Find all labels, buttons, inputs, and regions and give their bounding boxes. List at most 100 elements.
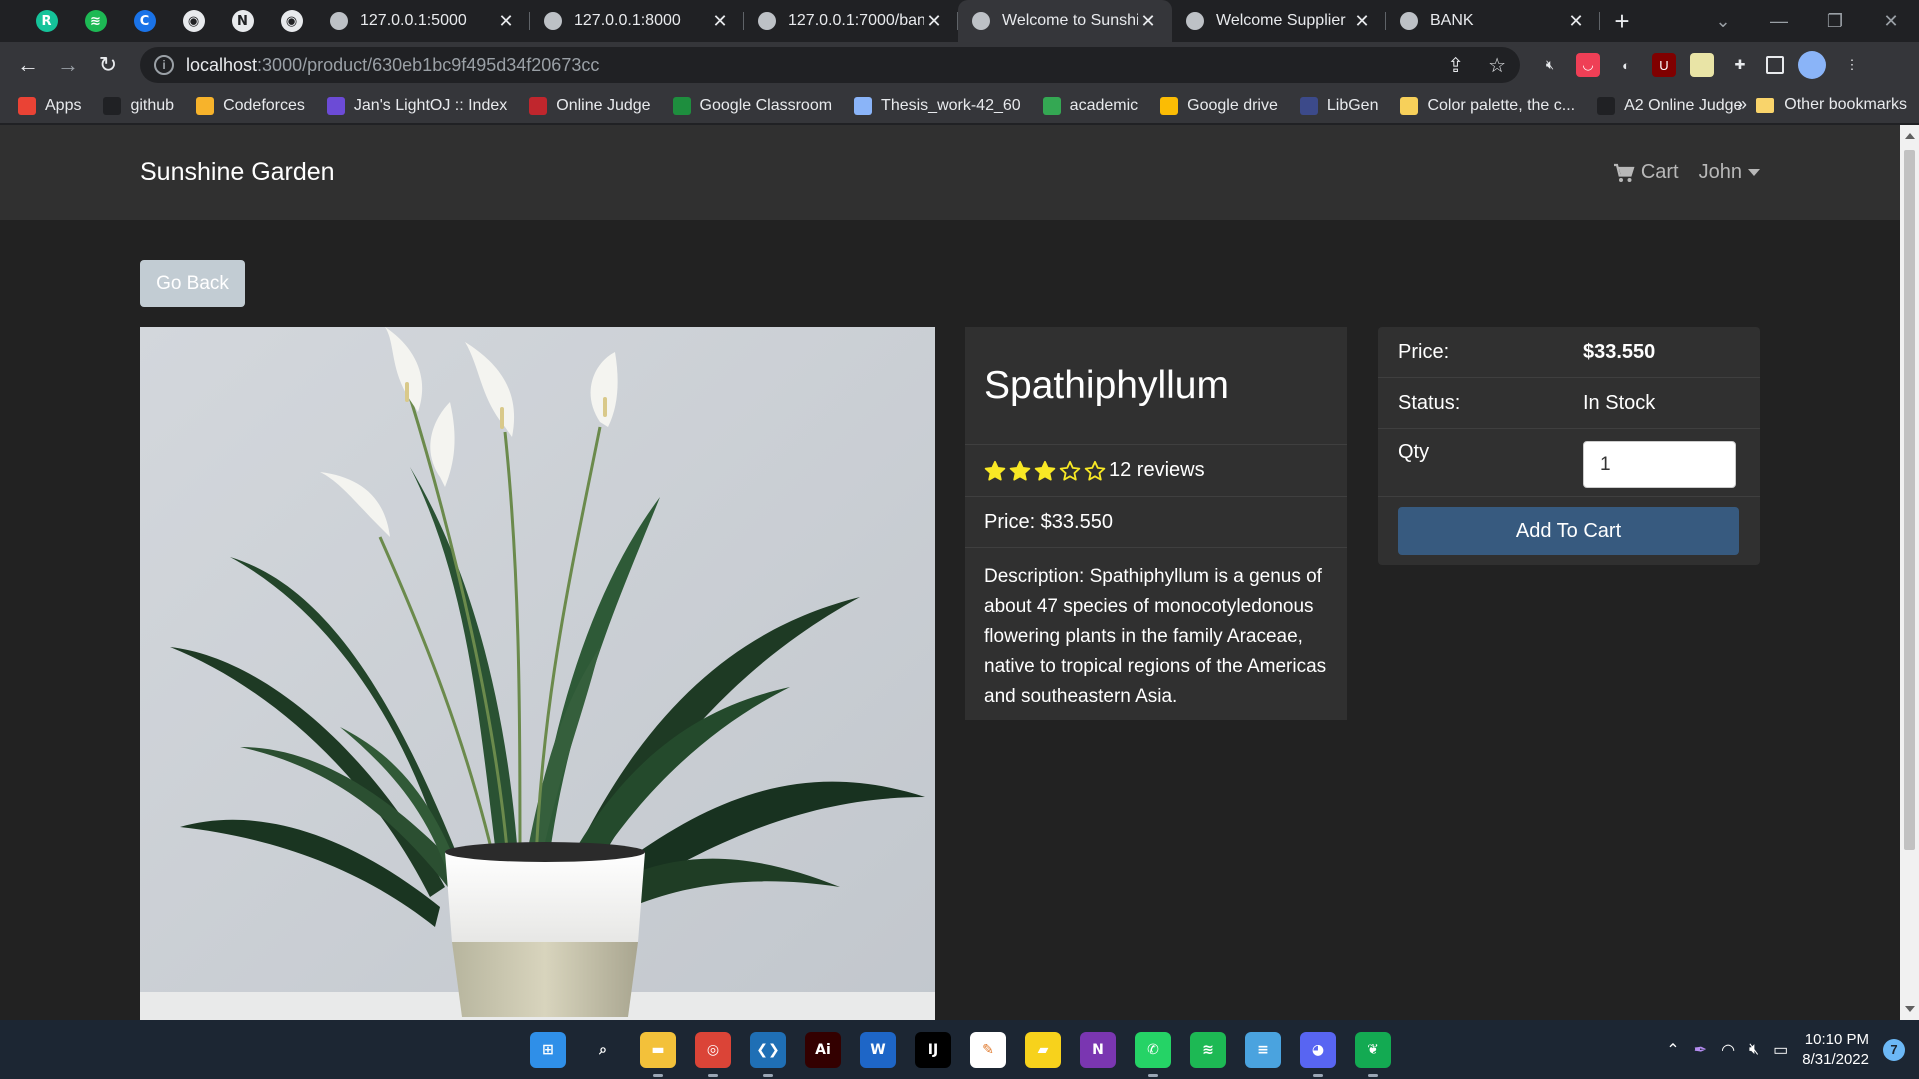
bookmark-item[interactable]: Jan's LightOJ :: Index xyxy=(326,96,507,115)
close-window-button[interactable]: ✕ xyxy=(1863,11,1919,32)
address-bar[interactable]: i localhost:3000/product/630eb1bc9f495d3… xyxy=(140,47,1520,83)
ublock-icon[interactable]: U xyxy=(1652,53,1676,77)
profile-avatar[interactable] xyxy=(1798,51,1826,79)
volume-muted-icon[interactable]: 🔇︎ xyxy=(1749,1041,1759,1059)
reload-icon[interactable]: ↻ xyxy=(88,45,128,85)
notes-extension-icon[interactable] xyxy=(1690,53,1714,77)
scroll-thumb[interactable] xyxy=(1904,150,1915,850)
browser-tab[interactable]: 127.0.0.1:7000/bank ✕ xyxy=(744,0,958,42)
mute-tab-icon[interactable]: 🔇︎ xyxy=(1538,53,1562,77)
file-explorer-icon[interactable]: ▬ xyxy=(640,1031,676,1077)
restore-button[interactable]: ❐ xyxy=(1807,11,1863,32)
pinned-tab[interactable]: R xyxy=(22,0,71,42)
codeforces-c-icon: C xyxy=(133,10,156,32)
go-back-button[interactable]: Go Back xyxy=(140,260,245,307)
grammarly-icon: R xyxy=(35,10,58,32)
bookmark-item[interactable]: Google drive xyxy=(1160,96,1278,115)
browser-tab[interactable]: Welcome Supplier ✕ xyxy=(1172,0,1386,42)
extensions-puzzle-icon[interactable]: ✚ xyxy=(1728,53,1752,77)
side-panel-icon[interactable] xyxy=(1766,56,1784,74)
uva-icon xyxy=(529,96,548,115)
paint-icon[interactable]: ✎ xyxy=(970,1031,1006,1068)
clock[interactable]: 10:10 PM 8/31/2022 xyxy=(1802,1030,1869,1070)
word-like-icon[interactable]: W xyxy=(860,1031,896,1068)
bookmark-item[interactable]: github xyxy=(103,96,175,115)
forward-icon[interactable]: → xyxy=(48,45,88,85)
a2-icon xyxy=(1597,96,1616,115)
pinned-tab[interactable]: ◉ xyxy=(169,0,218,42)
browser-tab[interactable]: 127.0.0.1:8000 ✕ xyxy=(530,0,744,42)
window-controls: ⌄ — ❐ ✕ xyxy=(1695,0,1919,42)
bookmark-item[interactable]: Apps xyxy=(18,96,81,115)
pinned-tab[interactable]: ≋ xyxy=(71,0,120,42)
pinned-tab[interactable]: ◉ xyxy=(267,0,316,42)
tab-close-icon[interactable]: ✕ xyxy=(1138,11,1158,32)
menu-kebab-icon[interactable]: ⋮ xyxy=(1840,53,1864,77)
browser-tab[interactable]: Welcome to Sunshir ✕ xyxy=(958,0,1172,42)
pinned-tab[interactable]: C xyxy=(120,0,169,42)
battery-icon[interactable]: ▭ xyxy=(1773,1040,1788,1060)
bookmark-item[interactable]: Codeforces xyxy=(196,96,305,115)
bookmark-label: github xyxy=(130,96,175,114)
product-price: Price: $33.550 xyxy=(965,497,1347,548)
site-brand[interactable]: Sunshine Garden xyxy=(140,158,335,187)
wifi-icon[interactable]: ◠ xyxy=(1721,1040,1735,1060)
scroll-up-icon[interactable] xyxy=(1905,133,1915,139)
scroll-down-icon[interactable] xyxy=(1905,1006,1915,1012)
tray-overflow-chevron-icon[interactable]: ⌃ xyxy=(1666,1040,1679,1060)
intellij-icon[interactable]: IJ xyxy=(915,1031,951,1068)
product-title: Spathiphyllum xyxy=(965,327,1347,445)
tab-close-icon[interactable]: ✕ xyxy=(710,11,730,32)
nav-cart-link[interactable]: Cart xyxy=(1613,161,1679,184)
clock-time: 10:10 PM xyxy=(1804,1030,1869,1048)
bookmark-star-icon[interactable]: ☆ xyxy=(1488,53,1506,78)
tab-close-icon[interactable]: ✕ xyxy=(924,11,944,32)
search-icon[interactable]: ⌕ xyxy=(585,1032,621,1068)
chrome-icon[interactable]: ◎ xyxy=(695,1031,731,1077)
tab-close-icon[interactable]: ✕ xyxy=(1566,11,1586,32)
pocket-icon[interactable]: ◡ xyxy=(1576,53,1600,77)
lightoj-icon xyxy=(326,96,345,115)
notepad-icon[interactable]: ≡ xyxy=(1245,1031,1281,1068)
site-info-icon[interactable]: i xyxy=(154,55,174,75)
more-bookmarks-chevron-icon[interactable]: » xyxy=(1737,94,1747,115)
page-scrollbar[interactable] xyxy=(1900,125,1919,1020)
sticky-notes-icon[interactable]: ▰ xyxy=(1025,1031,1061,1068)
bookmark-item[interactable]: LibGen xyxy=(1299,96,1378,115)
add-to-cart-button[interactable]: Add To Cart xyxy=(1398,507,1739,555)
windows-start-icon[interactable]: ⊞ xyxy=(530,1031,566,1068)
bookmark-item[interactable]: Online Judge xyxy=(529,96,651,115)
other-bookmarks[interactable]: Other bookmarks xyxy=(1756,96,1907,114)
bookmark-item[interactable]: A2 Online Judge xyxy=(1597,96,1743,115)
notification-badge[interactable]: 7 xyxy=(1883,1038,1905,1061)
browser-tab[interactable]: 127.0.0.1:5000 ✕ xyxy=(316,0,530,42)
discord-icon[interactable]: ◕ xyxy=(1300,1031,1336,1077)
whatsapp-icon[interactable]: ✆ xyxy=(1135,1031,1171,1077)
onenote-icon[interactable]: N xyxy=(1080,1031,1116,1068)
bookmark-item[interactable]: academic xyxy=(1042,96,1138,115)
bookmark-item[interactable]: Thesis_work-42_60 xyxy=(854,96,1021,115)
user-dropdown[interactable]: John xyxy=(1699,161,1760,184)
spotify-icon[interactable]: ≋ xyxy=(1190,1031,1226,1068)
tab-close-icon[interactable]: ✕ xyxy=(1352,11,1372,32)
share-icon[interactable]: ⇪ xyxy=(1447,53,1464,78)
ghostery-icon[interactable]: ◐ xyxy=(1614,53,1638,77)
pen-icon[interactable]: ✒ xyxy=(1694,1040,1707,1060)
pinned-tab[interactable]: N xyxy=(218,0,267,42)
bookmarks-bar: Apps github Codeforces Jan's LightOJ :: Ind… xyxy=(0,88,1919,124)
bookmark-item[interactable]: Google Classroom xyxy=(672,96,832,115)
minimize-button[interactable]: — xyxy=(1751,11,1807,32)
mongodb-icon[interactable]: ❦ xyxy=(1355,1031,1391,1077)
browser-tab[interactable]: BANK ✕ xyxy=(1386,0,1600,42)
tab-close-icon[interactable]: ✕ xyxy=(496,11,516,32)
illustrator-icon[interactable]: Ai xyxy=(805,1031,841,1068)
vscode-icon[interactable]: ❮❯ xyxy=(750,1031,786,1077)
qty-select[interactable] xyxy=(1583,441,1736,488)
back-icon[interactable]: ← xyxy=(8,45,48,85)
bookmark-label: A2 Online Judge xyxy=(1624,96,1743,114)
bookmark-item[interactable]: Color palette, the c... xyxy=(1400,96,1575,115)
qty-row: Qty xyxy=(1378,429,1760,497)
tab-search-icon[interactable]: ⌄ xyxy=(1695,11,1751,32)
new-tab-button[interactable]: + xyxy=(1600,0,1644,42)
other-bookmarks-label: Other bookmarks xyxy=(1784,96,1907,113)
